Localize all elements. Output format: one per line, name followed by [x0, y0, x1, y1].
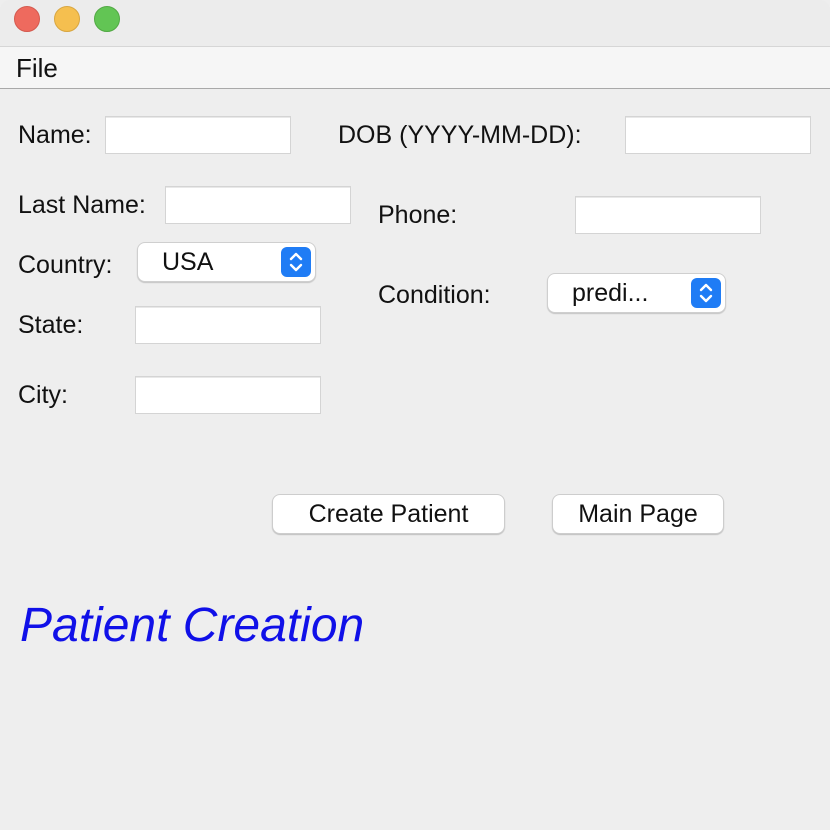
- main-page-button[interactable]: Main Page: [552, 494, 724, 534]
- condition-selected-value: predi...: [572, 279, 649, 307]
- name-label: Name:: [18, 121, 92, 149]
- state-label: State:: [18, 311, 84, 339]
- phone-label: Phone:: [378, 201, 458, 229]
- create-patient-button[interactable]: Create Patient: [272, 494, 505, 534]
- dob-label: DOB (YYYY-MM-DD):: [338, 121, 582, 149]
- minimize-icon[interactable]: [54, 6, 80, 32]
- app-window: File Name: DOB (YYYY-MM-DD): Last Name: …: [0, 0, 830, 830]
- city-input[interactable]: [135, 376, 321, 414]
- state-input[interactable]: [135, 306, 321, 344]
- chevron-up-down-icon: [281, 247, 311, 277]
- country-label: Country:: [18, 251, 113, 279]
- country-select[interactable]: USA: [137, 242, 316, 282]
- close-icon[interactable]: [14, 6, 40, 32]
- chevron-up-down-icon: [691, 278, 721, 308]
- last-name-input[interactable]: [165, 186, 351, 224]
- menu-bar: File: [0, 47, 830, 89]
- country-selected-value: USA: [162, 248, 214, 276]
- last-name-label: Last Name:: [18, 191, 146, 219]
- dob-input[interactable]: [625, 116, 811, 154]
- condition-select[interactable]: predi...: [547, 273, 726, 313]
- phone-input[interactable]: [575, 196, 761, 234]
- title-bar: [0, 0, 830, 47]
- city-label: City:: [18, 381, 68, 409]
- menu-file[interactable]: File: [16, 53, 58, 83]
- name-input[interactable]: [105, 116, 291, 154]
- maximize-icon[interactable]: [94, 6, 120, 32]
- page-heading: Patient Creation: [20, 599, 365, 652]
- condition-label: Condition:: [378, 281, 491, 309]
